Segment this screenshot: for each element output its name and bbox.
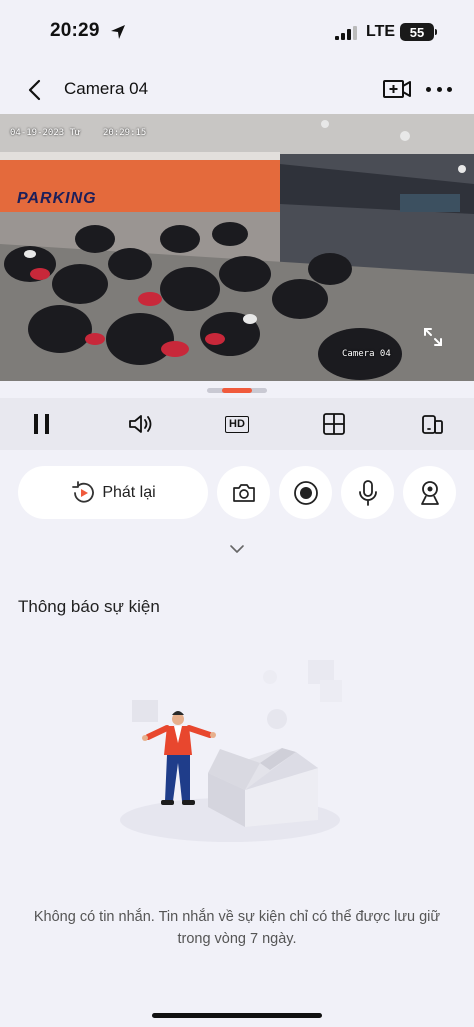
add-video-camera-icon[interactable] [382, 76, 412, 102]
nav-bar: Camera 04 [0, 64, 474, 114]
battery-tip [435, 29, 437, 35]
live-video-feed[interactable]: 04-19-2023 Tư 20:29:15 PARKING Camera 04 [0, 114, 474, 381]
playback-controls-bar: HD [0, 398, 474, 450]
osd-time: 20:29:15 [103, 128, 147, 138]
osd-date: 04-19-2023 Tư [10, 128, 81, 138]
network-type: LTE [366, 23, 396, 40]
camera-frame-image [0, 114, 474, 381]
record-button[interactable] [279, 466, 332, 519]
status-bar: 20:29 LTE 55 [0, 0, 474, 64]
pause-icon [34, 414, 49, 434]
location-arrow-icon [111, 25, 125, 39]
playback-label: Phát lại [102, 483, 156, 501]
hd-label: HD [225, 415, 249, 433]
pause-button[interactable] [28, 411, 56, 437]
camera-snapshot-icon [232, 483, 255, 502]
device-rotate-icon [422, 415, 443, 434]
hd-quality-button[interactable]: HD [222, 411, 252, 437]
cellular-signal-icon [335, 26, 357, 40]
ptz-control-button[interactable] [403, 466, 456, 519]
parking-sign: PARKING [17, 190, 97, 207]
more-dot-icon [436, 86, 442, 92]
ptz-camera-icon [420, 480, 439, 505]
speaker-icon [129, 415, 152, 433]
battery-indicator: 55 [400, 23, 434, 41]
more-options-button[interactable] [426, 76, 452, 102]
replay-icon [72, 480, 95, 503]
split-view-button[interactable] [320, 411, 348, 437]
more-dot-icon [426, 86, 431, 92]
grid-view-icon [323, 413, 345, 435]
empty-state-illustration [120, 660, 342, 842]
home-indicator [152, 1013, 322, 1018]
playback-button[interactable]: Phát lại [18, 466, 208, 519]
talk-button[interactable] [341, 466, 394, 519]
events-section-title: Thông báo sự kiện [18, 597, 160, 616]
action-buttons-row: Phát lại [0, 466, 474, 520]
record-icon [293, 480, 318, 505]
chevron-down-icon[interactable] [229, 542, 245, 556]
status-time: 20:29 [50, 20, 100, 41]
volume-button[interactable] [126, 411, 154, 437]
osd-camera-name: Camera 04 [342, 349, 391, 359]
empty-state-message: Không có tin nhắn. Tin nhắn về sự kiện c… [33, 909, 441, 947]
more-dot-icon [447, 86, 452, 92]
rotate-device-button[interactable] [418, 411, 446, 437]
drag-handle-indicator [222, 388, 252, 393]
microphone-icon [358, 479, 377, 506]
back-chevron-icon[interactable] [22, 77, 48, 103]
page-title: Camera 04 [64, 79, 149, 98]
snapshot-button[interactable] [217, 466, 270, 519]
fullscreen-expand-icon[interactable] [420, 324, 446, 350]
